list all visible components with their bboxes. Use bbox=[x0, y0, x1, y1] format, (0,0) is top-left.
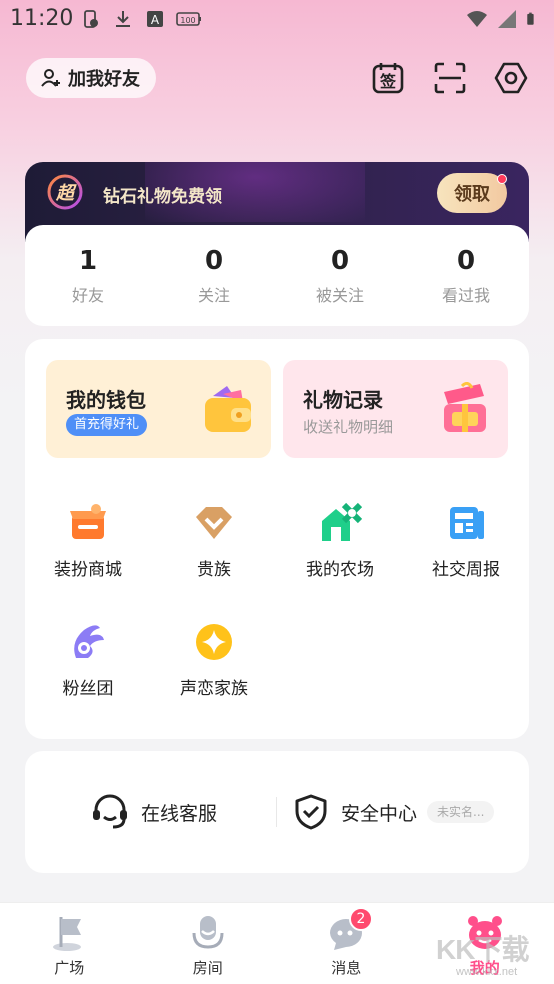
claim-notification-dot bbox=[497, 174, 507, 184]
tab-label: 广场 bbox=[54, 959, 85, 977]
gift-box-icon bbox=[444, 382, 486, 432]
status-right-icons bbox=[466, 8, 540, 30]
service-label: 声恋家族 bbox=[180, 679, 248, 699]
svg-text:100: 100 bbox=[180, 16, 195, 25]
services-card: 我的钱包 首充得好礼 礼物记录 收送礼物明细 装扮商城 贵族 我的农场 社交周报… bbox=[25, 339, 529, 739]
scan-button[interactable] bbox=[430, 58, 470, 98]
wallet-card[interactable]: 我的钱包 首充得好礼 bbox=[46, 360, 271, 458]
service-label: 社交周报 bbox=[432, 560, 500, 580]
online-service-button[interactable]: 在线客服 bbox=[91, 793, 217, 831]
stat-label: 被关注 bbox=[315, 285, 364, 305]
report-icon bbox=[450, 507, 484, 539]
a-icon: A bbox=[147, 11, 163, 27]
stat-followers[interactable]: 0 被关注 bbox=[277, 225, 403, 326]
stat-label: 好友 bbox=[71, 285, 104, 305]
support-card: 在线客服 安全中心 未实名... bbox=[25, 751, 529, 873]
mic-room-icon bbox=[192, 916, 224, 949]
service-label: 我的农场 bbox=[306, 560, 374, 580]
status-time: 11:20 bbox=[10, 6, 74, 31]
service-fan-club[interactable]: 粉丝团 bbox=[25, 620, 151, 699]
download-icon bbox=[116, 11, 130, 27]
add-friend-label: 加我好友 bbox=[68, 69, 140, 90]
stats-card: 1 好友 0 关注 0 被关注 0 看过我 bbox=[25, 225, 529, 326]
fan-club-icon bbox=[74, 625, 104, 658]
status-bar: 11:20 A 100 bbox=[0, 0, 554, 38]
stat-label: 关注 bbox=[197, 285, 230, 305]
stat-visitors[interactable]: 0 看过我 bbox=[403, 225, 529, 326]
service-social-weekly[interactable]: 社交周报 bbox=[403, 501, 529, 580]
stat-value: 0 bbox=[330, 245, 350, 276]
service-family[interactable]: 声恋家族 bbox=[151, 620, 277, 699]
diamond-icon bbox=[196, 507, 232, 539]
vip-badge-icon: 超 bbox=[47, 174, 83, 210]
watermark-url: www.kkx.net bbox=[456, 966, 518, 978]
wallet-icon bbox=[205, 386, 251, 432]
service-dress-shop[interactable]: 装扮商城 bbox=[25, 501, 151, 580]
gift-record-title: 礼物记录 bbox=[303, 388, 383, 412]
wallet-tag: 首充得好礼 bbox=[66, 414, 148, 436]
svg-text:超: 超 bbox=[55, 183, 77, 204]
message-count-badge: 2 bbox=[349, 907, 373, 931]
tab-label: 消息 bbox=[331, 959, 362, 977]
support-divider bbox=[276, 797, 277, 827]
battery-icon bbox=[527, 12, 534, 25]
service-nobility[interactable]: 贵族 bbox=[151, 501, 277, 580]
stat-value: 1 bbox=[78, 245, 98, 276]
service-label: 装扮商城 bbox=[54, 560, 122, 580]
settings-button[interactable] bbox=[491, 58, 531, 98]
headset-icon bbox=[93, 794, 127, 829]
vip-banner-text: 钻石礼物免费领 bbox=[103, 187, 222, 207]
service-label: 粉丝团 bbox=[62, 679, 114, 699]
security-center-button[interactable]: 安全中心 未实名... bbox=[293, 793, 495, 831]
battery-100-icon: 100 bbox=[176, 12, 201, 26]
stat-friends[interactable]: 1 好友 bbox=[25, 225, 151, 326]
add-user-icon bbox=[41, 69, 60, 87]
gift-record-subtitle: 收送礼物明细 bbox=[303, 418, 394, 436]
status-left-icons: A 100 bbox=[80, 8, 202, 30]
svg-text:A: A bbox=[151, 13, 160, 27]
tab-plaza[interactable]: 广场 bbox=[0, 903, 139, 984]
wallet-title: 我的钱包 bbox=[66, 388, 146, 412]
signal-icon bbox=[498, 10, 516, 28]
svg-text:签: 签 bbox=[379, 72, 397, 91]
online-service-label: 在线客服 bbox=[141, 802, 218, 825]
security-center-label: 安全中心 bbox=[341, 802, 418, 825]
service-label: 贵族 bbox=[197, 560, 231, 580]
stat-label: 看过我 bbox=[441, 285, 490, 305]
service-farm[interactable]: 我的农场 bbox=[277, 501, 403, 580]
star-icon bbox=[196, 624, 232, 660]
farm-icon bbox=[322, 502, 362, 541]
verification-status-badge: 未实名... bbox=[427, 801, 495, 823]
watermark-logo: KK下载 bbox=[436, 934, 529, 965]
sign-in-button[interactable]: 签 bbox=[368, 58, 408, 98]
tab-room[interactable]: 房间 bbox=[139, 903, 278, 984]
scan-icon bbox=[434, 62, 466, 94]
battery-saver-icon bbox=[84, 10, 98, 28]
wifi-icon bbox=[467, 11, 487, 27]
stat-following[interactable]: 0 关注 bbox=[151, 225, 277, 326]
calendar-sign-icon: 签 bbox=[372, 63, 404, 94]
tab-messages[interactable]: 消息 2 bbox=[277, 903, 416, 984]
stat-value: 0 bbox=[456, 245, 476, 276]
tab-label: 房间 bbox=[192, 959, 223, 977]
shield-icon bbox=[295, 794, 327, 830]
flag-icon bbox=[53, 917, 82, 951]
settings-icon bbox=[494, 62, 528, 94]
gift-record-card[interactable]: 礼物记录 收送礼物明细 bbox=[283, 360, 508, 458]
add-friend-button[interactable]: 加我好友 bbox=[26, 58, 156, 98]
stat-value: 0 bbox=[204, 245, 224, 276]
shop-icon bbox=[70, 504, 106, 539]
